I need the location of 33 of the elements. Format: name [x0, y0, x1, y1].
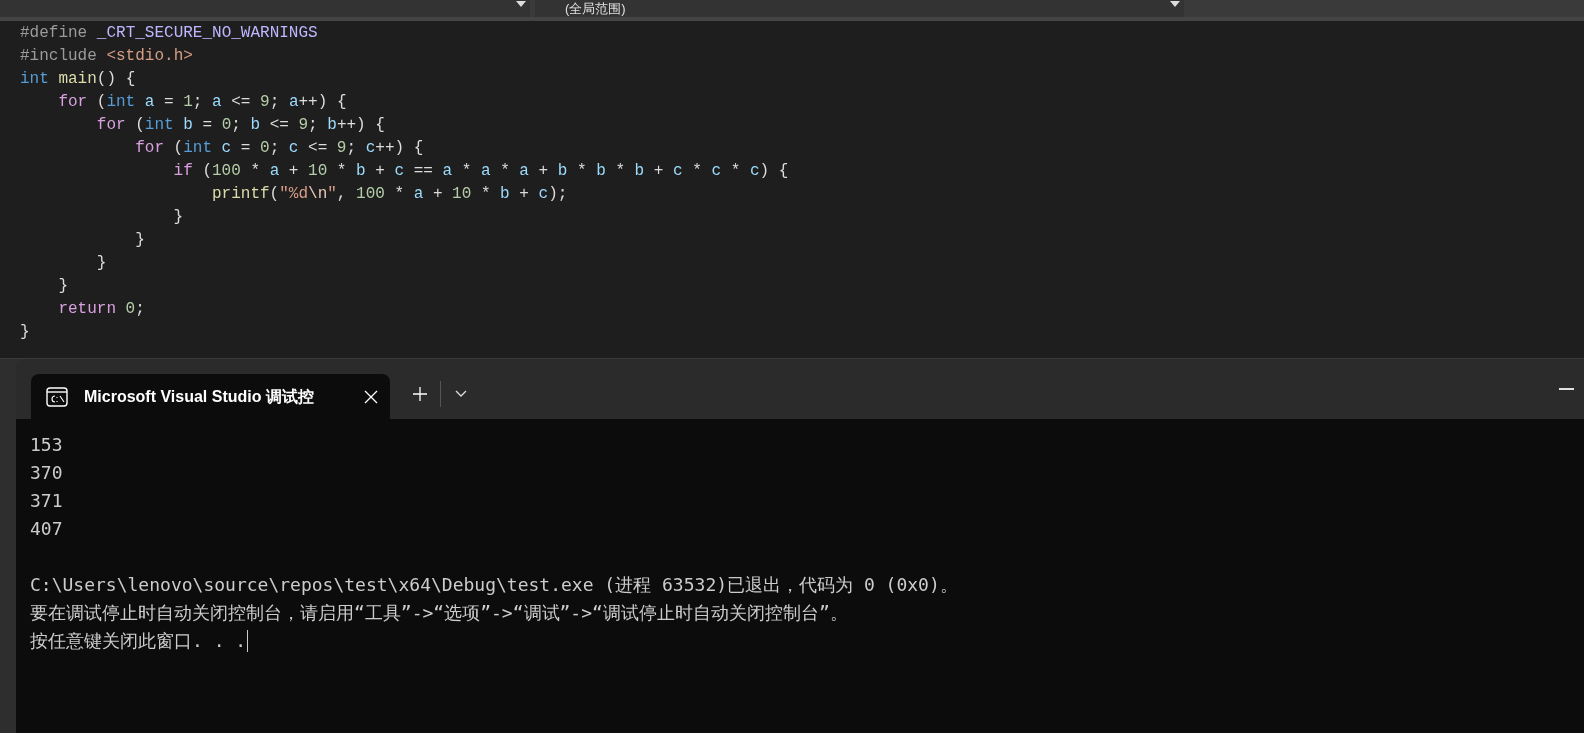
code-line: } — [58, 277, 68, 295]
tab-title: Microsoft Visual Studio 调试控 — [84, 386, 315, 407]
code-line: for (int b = 0; b <= 9; b++) { — [96, 116, 385, 134]
code-line: for (int c = 0; c <= 9; c++) { — [135, 139, 424, 157]
dropdown-arrow-icon — [516, 1, 526, 7]
console-output-line: 370 — [30, 461, 63, 485]
console-output-line: 按任意键关闭此窗口. . . — [30, 629, 247, 653]
console-output-line: 371 — [30, 489, 63, 513]
scope-dropdown-value: (全局范围) — [565, 0, 626, 17]
code-line: } — [135, 231, 145, 249]
console-output-line: 要在调试停止时自动关闭控制台，请启用“工具”->“选项”->“调试”->“调试停止时自动关闭控制台”。 — [30, 601, 848, 625]
code-line: #define _CRT_SECURE_NO_WARNINGS — [20, 24, 318, 42]
code-line: if (100 * a + 10 * b + c == a * a * a + b * b * b + c * c * c) { — [173, 162, 789, 180]
console-icon — [46, 386, 68, 407]
console-output-line: 153 — [30, 433, 63, 457]
console-output-line: C:\Users\lenovo\source\repos\test\x64\Debug\test.exe (进程 63532)已退出，代码为 0 (0x0)。 — [30, 573, 958, 597]
minimize-icon — [1558, 388, 1574, 390]
terminal-tab[interactable]: Microsoft Visual Studio 调试控 — [31, 374, 390, 419]
code-line: for (int a = 1; a <= 9; a++) { — [58, 93, 347, 111]
code-line: } — [96, 254, 107, 272]
code-line: int main() { — [20, 70, 136, 88]
console-output-line: 407 — [30, 517, 63, 541]
chevron-down-icon — [455, 390, 467, 398]
scope-dropdown[interactable]: (全局范围) — [535, 0, 1184, 17]
code-line: } — [173, 208, 184, 226]
code-line: } — [20, 323, 30, 341]
code-line: return 0; — [58, 300, 145, 318]
plus-icon — [412, 386, 428, 402]
code-line: #include <stdio.h> — [20, 47, 193, 65]
code-line: printf("%d\n", 100 * a + 10 * b + c); — [212, 185, 568, 203]
close-icon[interactable] — [364, 389, 378, 404]
dropdown-arrow-icon — [1170, 1, 1180, 7]
text-cursor — [247, 630, 249, 652]
